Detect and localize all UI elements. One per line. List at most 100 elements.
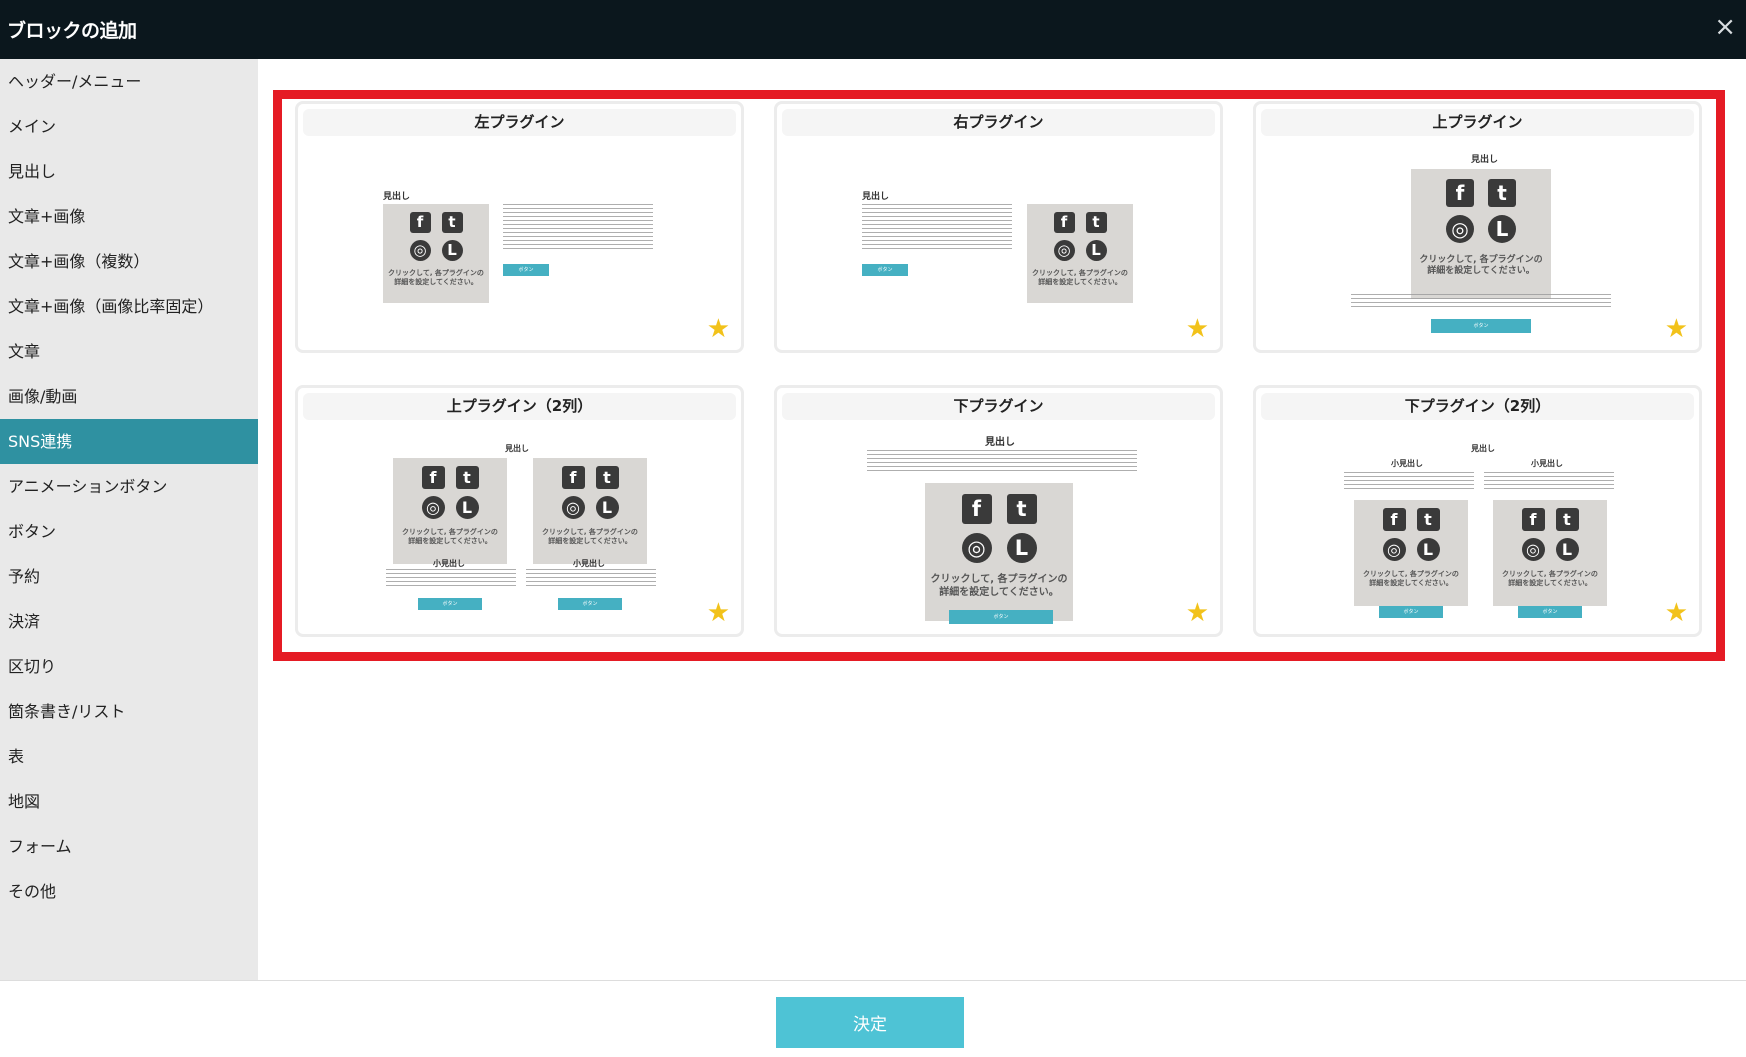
preview-subheading: 小見出し bbox=[573, 559, 605, 568]
star-icon[interactable]: ★ bbox=[1665, 600, 1688, 626]
preview-button: ボタン bbox=[1431, 319, 1531, 333]
preview-button: ボタン bbox=[558, 598, 622, 610]
twitter-icon: t bbox=[455, 466, 479, 489]
star-icon[interactable]: ★ bbox=[707, 600, 730, 626]
sidebar-item-table[interactable]: 表 bbox=[0, 734, 258, 779]
line-icon: L bbox=[1085, 239, 1107, 261]
sidebar-item-main[interactable]: メイン bbox=[0, 104, 258, 149]
sns-plugin-placeholder: f t ◎ L クリックして, 各プラグインの 詳細を設定してください。 bbox=[393, 458, 507, 564]
facebook-icon: f bbox=[1521, 508, 1545, 531]
instagram-icon: ◎ bbox=[1053, 239, 1075, 261]
template-card-bottom-plugin[interactable]: 下プラグイン 見出し f t ◎ L クリックして, 各プラグインの 詳細を設定してくださ… bbox=[774, 385, 1223, 637]
facebook-icon: f bbox=[1053, 212, 1075, 233]
instagram-icon: ◎ bbox=[1446, 215, 1474, 244]
placeholder-text bbox=[386, 569, 516, 589]
placeholder-text bbox=[1344, 472, 1474, 490]
preview-button: ボタン bbox=[949, 610, 1053, 624]
preview-heading: 見出し bbox=[383, 192, 411, 202]
placeholder-text bbox=[867, 450, 1137, 472]
sns-caption: クリックして, 各プラグインの 詳細を設定してください。 bbox=[1363, 570, 1459, 587]
preview-button: ボタン bbox=[862, 264, 908, 276]
template-card-top-plugin-2col[interactable]: 上プラグイン（2列） 見出し f t ◎ L クリックして, 各プラグインの 詳細を設定し… bbox=[295, 385, 744, 637]
sidebar-item-other[interactable]: その他 bbox=[0, 869, 258, 914]
template-card-bottom-plugin-2col[interactable]: 下プラグイン（2列） 見出し 小見出し 小見出し f t ◎ L クリックして, 各プラグイン… bbox=[1253, 385, 1702, 637]
line-icon: L bbox=[1488, 215, 1516, 244]
sns-plugin-placeholder: f t ◎ L クリックして, 各プラグインの 詳細を設定してください。 bbox=[1354, 500, 1468, 606]
line-icon: L bbox=[1555, 537, 1579, 561]
sns-plugin-placeholder: f t ◎ L クリックして, 各プラグインの 詳細を設定してください。 bbox=[1411, 169, 1551, 299]
template-card-top-plugin[interactable]: 上プラグイン 見出し f t ◎ L クリックして, 各プラグインの 詳細を設定してくださ… bbox=[1253, 101, 1702, 353]
sns-plugin-placeholder: f t ◎ L クリックして, 各プラグインの 詳細を設定してください。 bbox=[1027, 204, 1133, 303]
sidebar-item-divider[interactable]: 区切り bbox=[0, 644, 258, 689]
placeholder-text bbox=[1351, 294, 1611, 310]
placeholder-text bbox=[503, 204, 653, 249]
dialog-footer: 決定 bbox=[0, 980, 1746, 1057]
facebook-icon: f bbox=[961, 494, 992, 524]
facebook-icon: f bbox=[421, 466, 445, 489]
sidebar-item-text-image-fixed-ratio[interactable]: 文章+画像（画像比率固定） bbox=[0, 284, 258, 329]
star-icon[interactable]: ★ bbox=[1665, 316, 1688, 342]
highlight-frame: 左プラグイン 見出し f t ◎ L クリックして, 各プラグインの 詳細を設定してくださ… bbox=[273, 90, 1725, 661]
sidebar-item-text-image-multiple[interactable]: 文章+画像（複数） bbox=[0, 239, 258, 284]
sns-caption: クリックして, 各プラグインの 詳細を設定してください。 bbox=[1419, 255, 1543, 277]
sidebar-item-text-image[interactable]: 文章+画像 bbox=[0, 194, 258, 239]
preview-heading: 見出し bbox=[1471, 155, 1499, 165]
sns-caption: クリックして, 各プラグインの 詳細を設定してください。 bbox=[1502, 570, 1598, 587]
instagram-icon: ◎ bbox=[1382, 537, 1406, 561]
facebook-icon: f bbox=[561, 466, 585, 489]
preview-heading: 見出し bbox=[862, 192, 890, 202]
sidebar-item-image-video[interactable]: 画像/動画 bbox=[0, 374, 258, 419]
sidebar-item-heading[interactable]: 見出し bbox=[0, 149, 258, 194]
line-icon: L bbox=[1416, 537, 1440, 561]
template-card-left-plugin[interactable]: 左プラグイン 見出し f t ◎ L クリックして, 各プラグインの 詳細を設定してくださ… bbox=[295, 101, 744, 353]
sns-caption: クリックして, 各プラグインの 詳細を設定してください。 bbox=[402, 528, 498, 545]
template-card-right-plugin[interactable]: 右プラグイン 見出し ボタン f t ◎ L クリックして, 各プラグインの 詳細を設定して… bbox=[774, 101, 1223, 353]
sns-plugin-placeholder: f t ◎ L クリックして, 各プラグインの 詳細を設定してください。 bbox=[1493, 500, 1607, 606]
sidebar-item-header-menu[interactable]: ヘッダー/メニュー bbox=[0, 59, 258, 104]
preview-button: ボタン bbox=[1518, 606, 1582, 618]
sns-caption: クリックして, 各プラグインの 詳細を設定してください。 bbox=[1032, 269, 1128, 286]
confirm-button[interactable]: 決定 bbox=[776, 997, 964, 1048]
facebook-icon: f bbox=[409, 212, 431, 233]
sidebar-item-reservation[interactable]: 予約 bbox=[0, 554, 258, 599]
preview-heading: 見出し bbox=[985, 437, 1015, 448]
dialog-title: ブロックの追加 bbox=[7, 20, 137, 42]
line-icon: L bbox=[455, 495, 479, 519]
sidebar-item-button[interactable]: ボタン bbox=[0, 509, 258, 554]
sns-caption: クリックして, 各プラグインの 詳細を設定してください。 bbox=[930, 574, 1068, 598]
template-card-title: 上プラグイン（2列） bbox=[303, 393, 736, 420]
close-icon[interactable]: × bbox=[1714, 12, 1736, 42]
sidebar-item-animation-button[interactable]: アニメーションボタン bbox=[0, 464, 258, 509]
line-icon: L bbox=[441, 239, 463, 261]
preview-heading: 見出し bbox=[1471, 444, 1495, 453]
twitter-icon: t bbox=[1555, 508, 1579, 531]
twitter-icon: t bbox=[1488, 179, 1516, 207]
sidebar-item-map[interactable]: 地図 bbox=[0, 779, 258, 824]
sns-caption: クリックして, 各プラグインの 詳細を設定してください。 bbox=[388, 269, 484, 286]
sidebar-item-payment[interactable]: 決済 bbox=[0, 599, 258, 644]
star-icon[interactable]: ★ bbox=[1186, 316, 1209, 342]
sns-plugin-placeholder: f t ◎ L クリックして, 各プラグインの 詳細を設定してください。 bbox=[925, 483, 1073, 621]
instagram-icon: ◎ bbox=[1521, 537, 1545, 561]
preview-subheading: 小見出し bbox=[1531, 459, 1563, 468]
sidebar-item-form[interactable]: フォーム bbox=[0, 824, 258, 869]
preview-heading: 見出し bbox=[505, 444, 529, 453]
twitter-icon: t bbox=[595, 466, 619, 489]
twitter-icon: t bbox=[1085, 212, 1107, 233]
preview-button: ボタン bbox=[1379, 606, 1443, 618]
placeholder-text bbox=[862, 204, 1012, 249]
template-card-title: 下プラグイン（2列） bbox=[1261, 393, 1694, 420]
star-icon[interactable]: ★ bbox=[1186, 600, 1209, 626]
sidebar-item-list[interactable]: 箇条書き/リスト bbox=[0, 689, 258, 734]
facebook-icon: f bbox=[1382, 508, 1406, 531]
instagram-icon: ◎ bbox=[961, 533, 992, 563]
twitter-icon: t bbox=[1006, 494, 1037, 524]
sns-caption: クリックして, 各プラグインの 詳細を設定してください。 bbox=[542, 528, 638, 545]
line-icon: L bbox=[1006, 533, 1037, 563]
sidebar-item-sns[interactable]: SNS連携 bbox=[0, 419, 258, 464]
sidebar-item-text[interactable]: 文章 bbox=[0, 329, 258, 374]
instagram-icon: ◎ bbox=[421, 495, 445, 519]
placeholder-text bbox=[526, 569, 656, 589]
star-icon[interactable]: ★ bbox=[707, 316, 730, 342]
instagram-icon: ◎ bbox=[409, 239, 431, 261]
